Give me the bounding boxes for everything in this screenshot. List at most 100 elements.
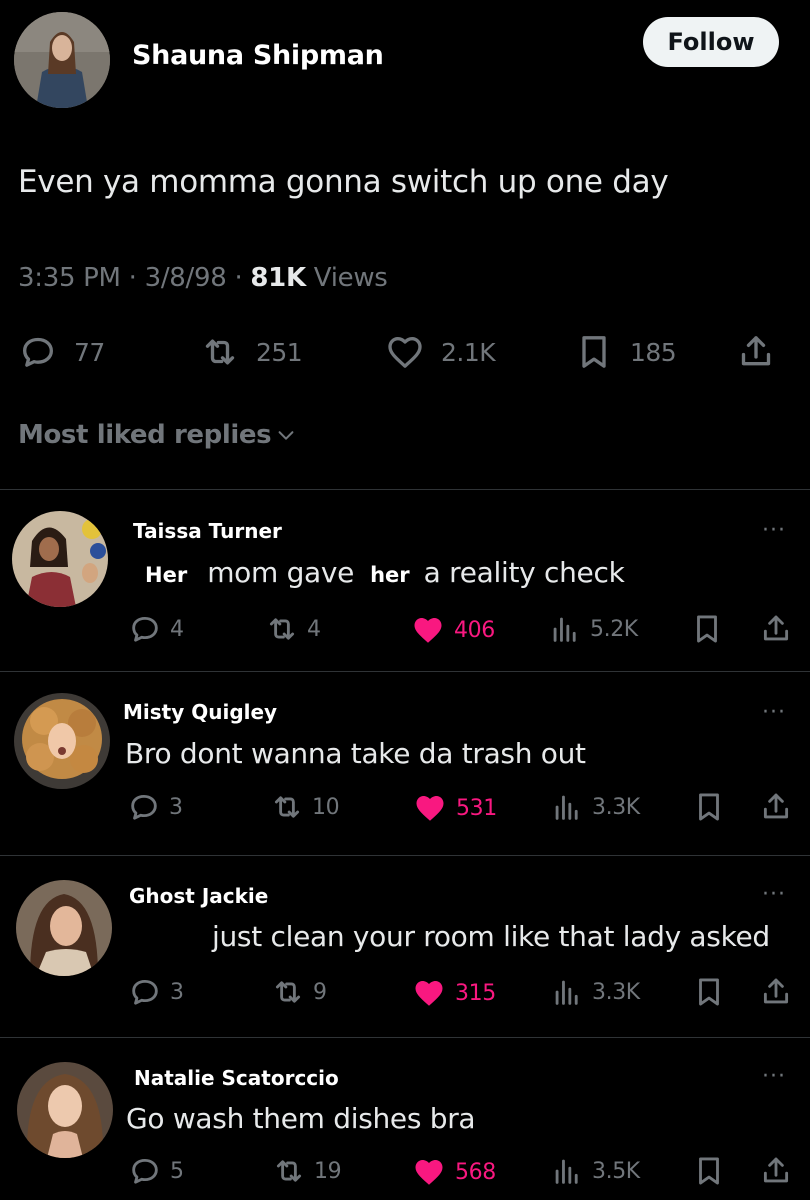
share-button[interactable]	[759, 975, 793, 1009]
share-button[interactable]	[759, 1154, 793, 1188]
reply-text-part: a reality check	[423, 556, 625, 589]
reply-text-part: mom gave	[207, 556, 355, 589]
bookmark-icon	[692, 790, 726, 824]
like-button[interactable]: 568	[411, 1154, 496, 1190]
repost-button[interactable]: 4	[265, 612, 321, 646]
chevron-down-icon	[278, 431, 294, 440]
more-dots-icon[interactable]: ···	[762, 702, 786, 724]
reply-author-name[interactable]: Ghost Jackie	[129, 884, 268, 908]
author-avatar[interactable]	[14, 12, 110, 108]
like-count: 406	[454, 617, 495, 643]
reply-bubble-icon	[128, 612, 162, 646]
divider	[0, 671, 810, 672]
views-button[interactable]: 3.5K	[550, 1154, 640, 1188]
reply-button[interactable]: 5	[128, 1154, 184, 1188]
repost-icon	[270, 790, 304, 824]
reply-text: Go wash them dishes bra	[126, 1102, 476, 1135]
repost-icon	[271, 975, 305, 1009]
reply-count: 4	[170, 616, 184, 642]
reply-avatar[interactable]	[16, 880, 112, 976]
views-count: 3.3K	[592, 979, 640, 1005]
repost-count: 10	[312, 794, 340, 820]
bookmark-button[interactable]	[692, 790, 726, 824]
tweet-time[interactable]: 3:35 PM	[18, 263, 121, 293]
reply-button[interactable]: 3	[128, 975, 184, 1009]
tweet-meta: 3:35 PM · 3/8/98 · 81K Views	[18, 263, 388, 293]
divider	[0, 489, 810, 490]
reply-button[interactable]: 4	[128, 612, 184, 646]
share-button[interactable]	[759, 612, 793, 646]
bookmark-button[interactable]	[690, 612, 724, 646]
repost-count: 19	[314, 1158, 342, 1184]
reply-count: 5	[170, 1158, 184, 1184]
more-dots-icon[interactable]: ···	[762, 520, 786, 542]
reply-avatar[interactable]	[14, 693, 110, 789]
repost-button[interactable]: 9	[271, 975, 327, 1009]
tweet-date[interactable]: 3/8/98	[145, 263, 227, 293]
replies-sort-dropdown[interactable]: Most liked replies	[18, 420, 297, 450]
bookmark-button[interactable]	[692, 1154, 726, 1188]
bookmark-button[interactable]: 185	[574, 332, 677, 372]
repost-button[interactable]: 19	[272, 1154, 342, 1188]
meta-separator: ·	[234, 263, 243, 293]
heart-icon	[410, 612, 446, 648]
reply-avatar[interactable]	[17, 1062, 113, 1158]
divider	[0, 855, 810, 856]
reply-bubble-icon	[128, 1154, 162, 1188]
reply-avatar-photo	[17, 1062, 113, 1158]
reply-text: Bro dont wanna take da trash out	[125, 737, 586, 770]
tweet-text: Even ya momma gonna switch up one day	[18, 164, 669, 200]
views-button[interactable]: 3.3K	[550, 975, 640, 1009]
like-button[interactable]: 531	[412, 790, 497, 826]
views-count: 5.2K	[590, 616, 638, 642]
share-button[interactable]	[759, 790, 793, 824]
reply-author-name[interactable]: Misty Quigley	[123, 700, 277, 724]
reply-avatar[interactable]	[12, 511, 108, 607]
views-button[interactable]: 5.2K	[548, 612, 638, 646]
reply-text-part: her	[370, 563, 410, 587]
reply-bubble-icon	[18, 332, 58, 372]
reply-count: 3	[170, 979, 184, 1005]
like-button[interactable]: 406	[410, 612, 495, 648]
views-bars-icon	[548, 612, 582, 646]
follow-button[interactable]: Follow	[643, 17, 779, 67]
bookmark-icon	[690, 612, 724, 646]
author-photo	[14, 12, 110, 108]
like-button[interactable]: 315	[411, 975, 496, 1011]
reply-text-part: Her	[145, 563, 188, 587]
more-dots-icon[interactable]: ···	[762, 884, 786, 906]
views-bars-icon	[550, 790, 584, 824]
author-name[interactable]: Shauna Shipman	[132, 40, 384, 71]
reply-author-name[interactable]: Taissa Turner	[133, 519, 282, 543]
reply-avatar-photo	[12, 511, 108, 607]
reply-button[interactable]: 77	[18, 332, 105, 372]
repost-count: 9	[313, 979, 327, 1005]
bookmark-button[interactable]	[692, 975, 726, 1009]
reply-button[interactable]: 3	[127, 790, 183, 824]
like-count: 531	[456, 795, 497, 821]
views-button[interactable]: 3.3K	[550, 790, 640, 824]
heart-icon	[385, 332, 425, 372]
bookmark-icon	[692, 975, 726, 1009]
heart-icon	[411, 975, 447, 1011]
reply-count: 3	[169, 794, 183, 820]
views-count: 3.3K	[592, 794, 640, 820]
share-icon	[759, 1154, 793, 1188]
repost-icon	[272, 1154, 306, 1188]
reply-count: 77	[74, 337, 105, 367]
like-button[interactable]: 2.1K	[385, 332, 496, 372]
repost-button[interactable]: 251	[200, 332, 303, 372]
like-count: 568	[455, 1159, 496, 1185]
more-dots-icon[interactable]: ···	[762, 1066, 786, 1088]
reply-avatar-photo	[16, 880, 112, 976]
repost-button[interactable]: 10	[270, 790, 340, 824]
share-icon	[759, 790, 793, 824]
reply-bubble-icon	[127, 790, 161, 824]
meta-separator: ·	[128, 263, 137, 293]
heart-icon	[412, 790, 448, 826]
reply-author-name[interactable]: Natalie Scatorccio	[134, 1066, 339, 1090]
views-bars-icon	[550, 975, 584, 1009]
heart-icon	[411, 1154, 447, 1190]
share-button[interactable]	[736, 332, 776, 372]
reply-avatar-photo	[14, 693, 110, 789]
